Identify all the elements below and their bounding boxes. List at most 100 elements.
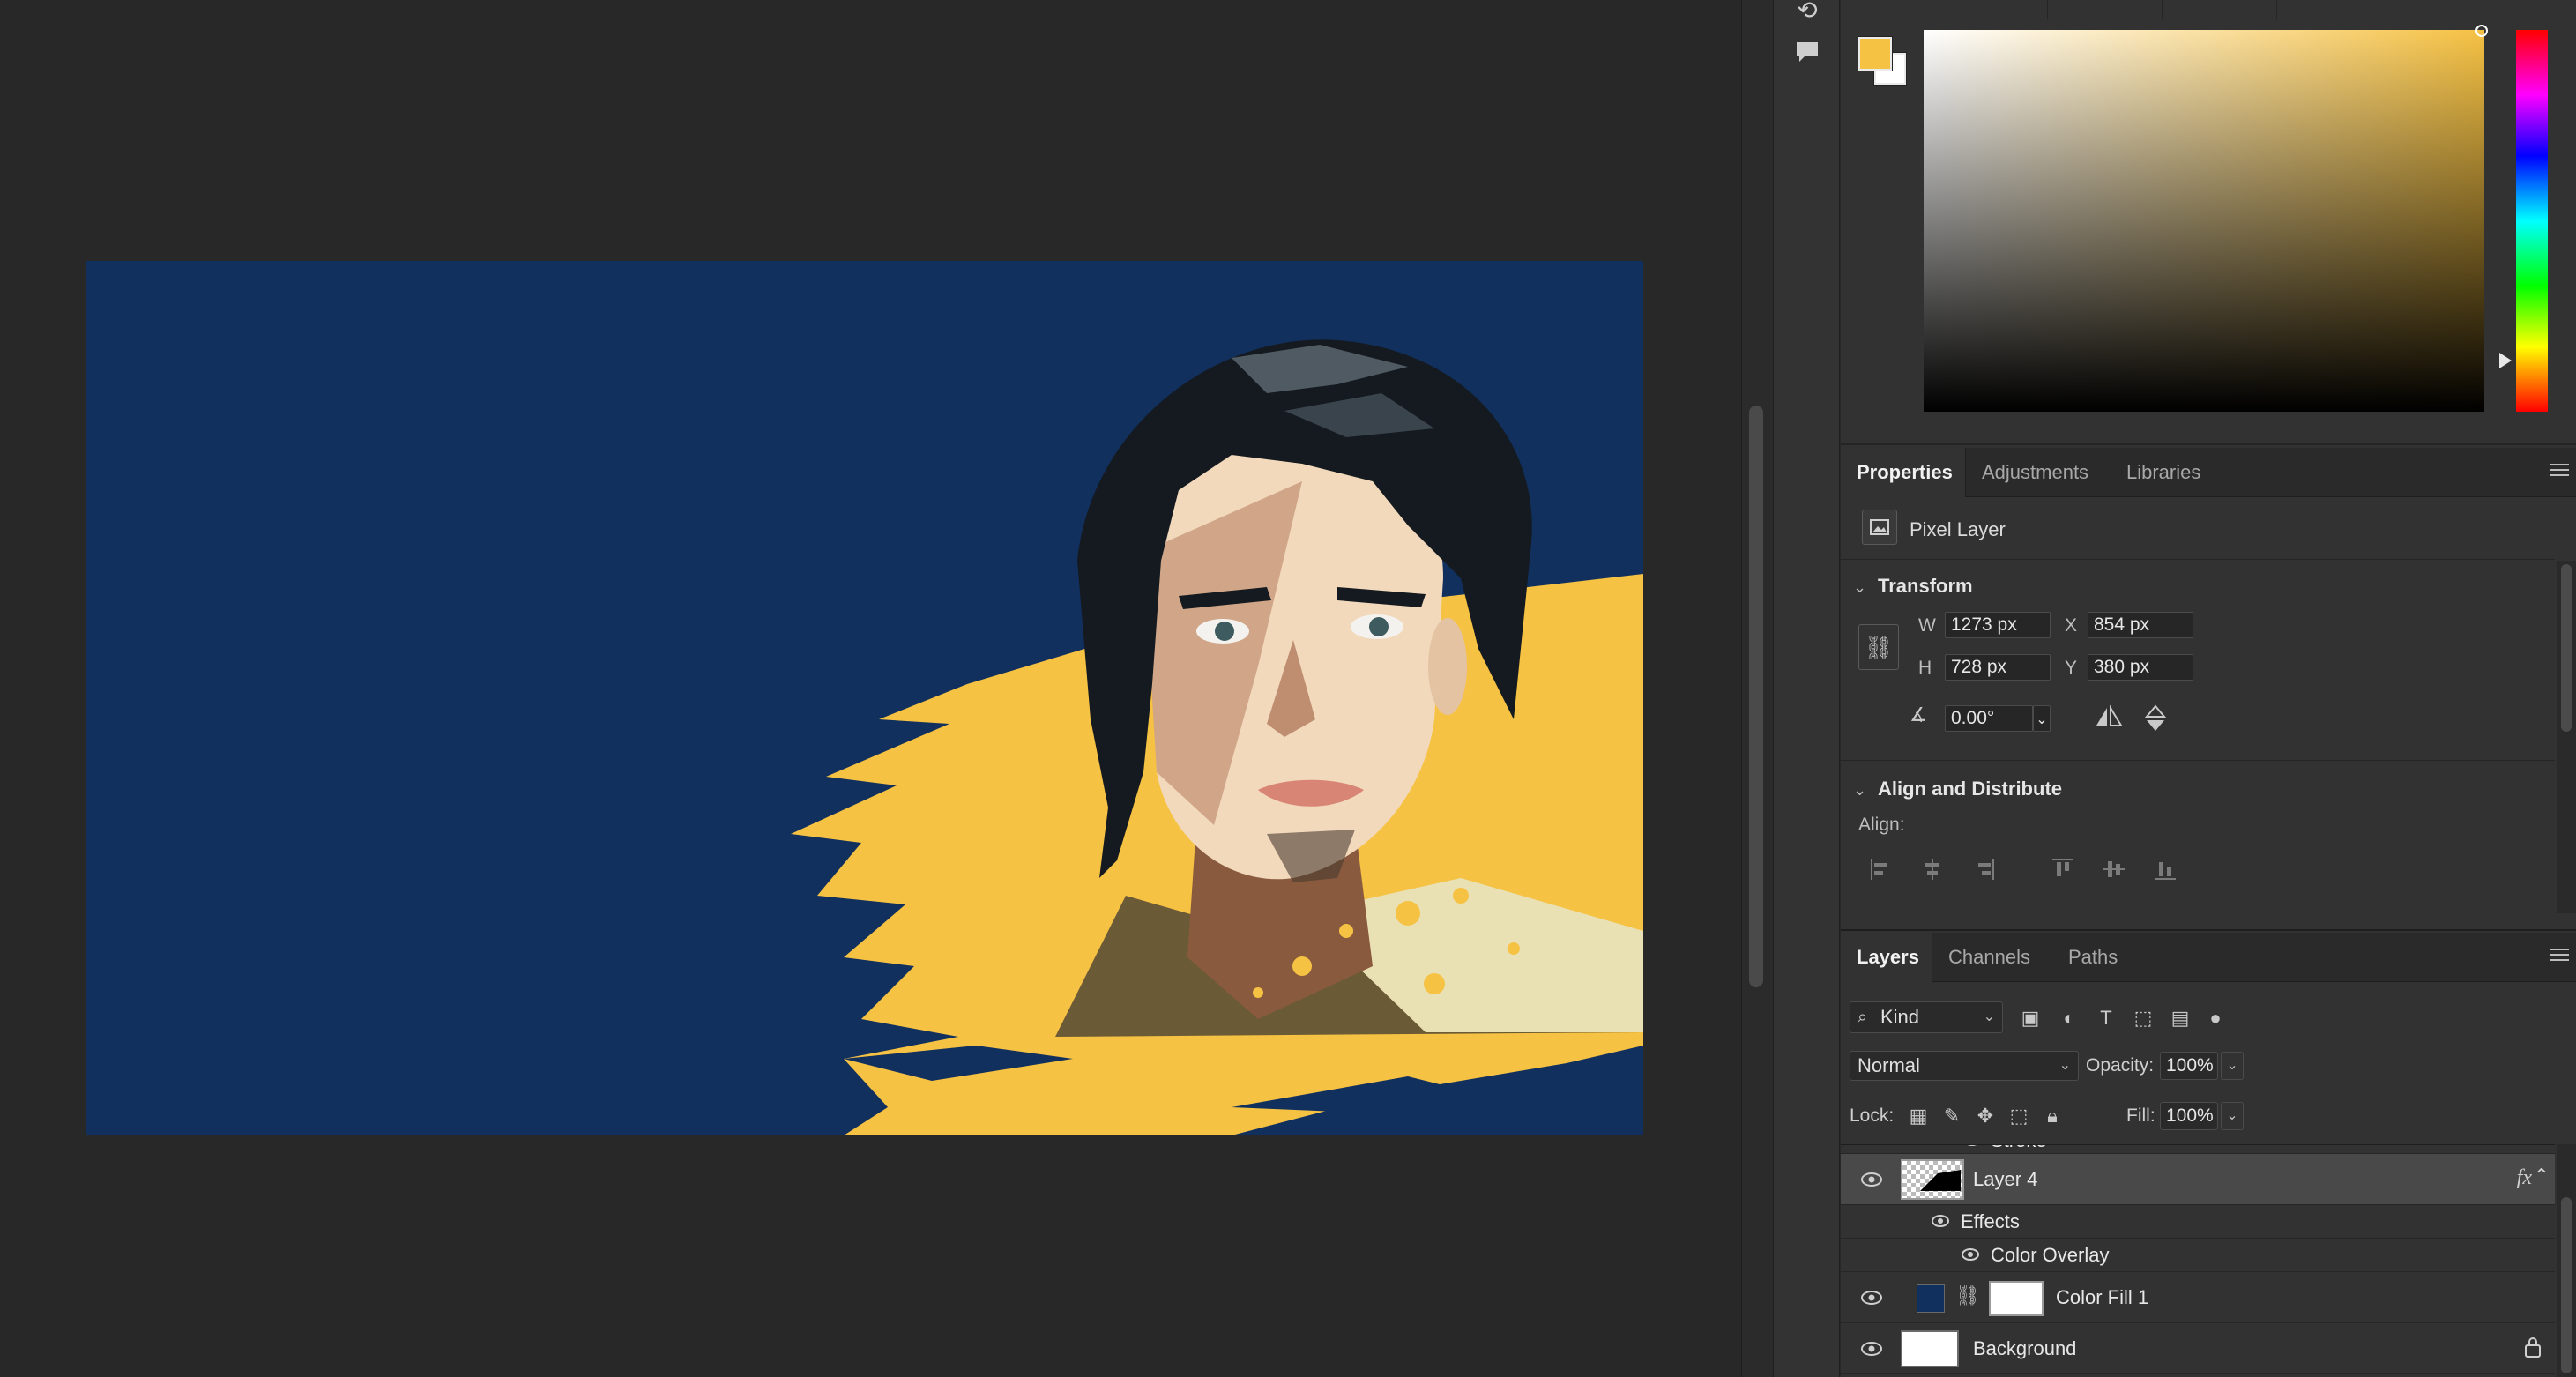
eye-icon[interactable]: [1860, 1341, 1885, 1358]
hue-slider-marker[interactable]: [2499, 353, 2512, 368]
properties-scrollbar[interactable]: [2557, 561, 2576, 913]
layer-thumbnail[interactable]: [1901, 1330, 1959, 1367]
filter-toggle-icon[interactable]: ●: [2202, 1005, 2229, 1031]
foreground-color-swatch[interactable]: [1858, 36, 1893, 71]
workspace-scroll-thumb[interactable]: [1749, 406, 1763, 987]
fill-dropdown[interactable]: ⌄: [2221, 1102, 2244, 1130]
tab-channels[interactable]: Channels: [1932, 933, 2046, 982]
align-left-edges-icon[interactable]: [1867, 855, 1895, 883]
filter-smart-object-icon[interactable]: ▤: [2167, 1005, 2193, 1031]
layer-row-effects[interactable]: Effects: [1841, 1205, 2555, 1239]
chevron-down-icon: ⌄: [1853, 781, 1867, 799]
chevron-up-icon[interactable]: ⌃: [2534, 1165, 2550, 1187]
document-canvas[interactable]: [86, 261, 1643, 1135]
align-section-header[interactable]: ⌄ Align and Distribute: [1853, 778, 2062, 800]
eye-icon[interactable]: [1961, 1247, 1985, 1265]
chevron-down-icon: ⌄: [2059, 1058, 2071, 1073]
lock-image-pixels-icon[interactable]: ✎: [1939, 1104, 1964, 1128]
lock-artboard-icon[interactable]: ⬚: [2006, 1104, 2031, 1128]
filter-type-icon[interactable]: T: [2093, 1005, 2119, 1031]
opacity-dropdown[interactable]: ⌄: [2221, 1052, 2244, 1080]
x-label: X: [2065, 615, 2078, 636]
lock-all-icon[interactable]: 🔒︎: [2040, 1104, 2065, 1128]
layer-name[interactable]: Layer 4: [1973, 1168, 2037, 1191]
lock-position-icon[interactable]: ✥: [1973, 1104, 1998, 1128]
layers-menu-icon[interactable]: [2550, 949, 2569, 964]
eye-icon[interactable]: [1962, 1145, 1987, 1150]
color-tab-2[interactable]: [2048, 0, 2163, 19]
layer-filter-select[interactable]: ⌕ Kind ⌄: [1850, 1001, 2003, 1033]
height-field[interactable]: 728 px: [1945, 654, 2051, 681]
tab-layers[interactable]: Layers: [1841, 933, 1932, 982]
layer-mask-thumbnail[interactable]: [1989, 1281, 2044, 1316]
filter-pixel-icon[interactable]: ▣: [2017, 1005, 2044, 1031]
eye-icon[interactable]: [1931, 1214, 1955, 1232]
properties-panel: Properties Adjustments Libraries Pixel L…: [1841, 448, 2576, 931]
align-vertical-centers-icon[interactable]: [2100, 855, 2128, 883]
lock-label: Lock:: [1850, 1105, 1895, 1126]
color-tab-1[interactable]: [1925, 0, 2048, 19]
properties-scroll-thumb[interactable]: [2561, 564, 2572, 732]
align-horizontal-centers-icon[interactable]: [1918, 855, 1947, 883]
properties-tabbar: Properties Adjustments Libraries: [1841, 448, 2576, 497]
layer-row-color-fill-1[interactable]: ⛓ Color Fill 1: [1841, 1272, 2555, 1323]
angle-dropdown[interactable]: ⌄: [2033, 705, 2051, 732]
height-label: H: [1918, 658, 1932, 678]
color-saturation-field[interactable]: [1924, 30, 2484, 412]
opacity-field[interactable]: 100% ⌄: [2160, 1052, 2244, 1080]
layer-thumbnail[interactable]: [1901, 1159, 1964, 1200]
comments-icon[interactable]: [1790, 39, 1825, 74]
canvas-workspace[interactable]: [0, 0, 1741, 1377]
panel-dock-strip: ⟲: [1773, 0, 1840, 1377]
blend-mode-select[interactable]: Normal ⌄: [1850, 1051, 2079, 1081]
flip-horizontal-icon[interactable]: [2093, 703, 2125, 736]
filter-adjustment-icon[interactable]: ◐: [2056, 1005, 2082, 1031]
link-icon[interactable]: ⛓: [1955, 1284, 1980, 1307]
align-label: Align:: [1858, 815, 1905, 835]
chevron-down-icon: ⌄: [1983, 1009, 1995, 1024]
workspace-scrollbar[interactable]: [1741, 0, 1773, 1377]
x-field[interactable]: 854 px: [2088, 612, 2193, 638]
eye-icon[interactable]: [1860, 1172, 1885, 1189]
flip-vertical-icon[interactable]: [2142, 703, 2169, 740]
filter-shape-icon[interactable]: ⬚: [2130, 1005, 2156, 1031]
lock-icon[interactable]: [2523, 1336, 2542, 1363]
color-picker-handle[interactable]: [2475, 25, 2488, 37]
tab-paths[interactable]: Paths: [2052, 933, 2133, 982]
layers-scroll-thumb[interactable]: [2561, 1197, 2572, 1373]
lock-transparent-pixels-icon[interactable]: ▦: [1906, 1104, 1931, 1128]
effects-label: Effects: [1961, 1210, 2020, 1232]
width-label: W: [1918, 615, 1936, 636]
layer-row-color-overlay[interactable]: Color Overlay: [1841, 1239, 2555, 1272]
fill-value: 100%: [2166, 1105, 2214, 1126]
history-icon[interactable]: ⟲: [1790, 0, 1825, 28]
link-dimensions-icon[interactable]: ⛓: [1858, 624, 1899, 670]
tab-properties[interactable]: Properties: [1841, 448, 1966, 497]
align-bottom-edges-icon[interactable]: [2151, 855, 2179, 883]
tab-libraries[interactable]: Libraries: [2111, 448, 2216, 497]
layer-name[interactable]: Color Fill 1: [2056, 1286, 2148, 1309]
properties-menu-icon[interactable]: [2550, 464, 2569, 480]
color-tab-3[interactable]: [2163, 0, 2277, 19]
angle-field[interactable]: 0.00°: [1945, 705, 2033, 732]
y-field[interactable]: 380 px: [2088, 654, 2193, 681]
layer-name[interactable]: Background: [1973, 1337, 2076, 1360]
align-top-edges-icon[interactable]: [2049, 855, 2077, 883]
fill-field[interactable]: 100% ⌄: [2160, 1102, 2244, 1130]
align-right-edges-icon[interactable]: [1969, 855, 1998, 883]
transform-title: Transform: [1878, 575, 1973, 597]
transform-section-header[interactable]: ⌄ Transform: [1853, 575, 1973, 598]
fill-color-swatch[interactable]: [1917, 1284, 1945, 1313]
layer-row-stroke[interactable]: Stroke: [1841, 1145, 2555, 1154]
layer-row-background[interactable]: Background: [1841, 1323, 2555, 1374]
tab-adjustments[interactable]: Adjustments: [1966, 448, 2104, 497]
hue-slider[interactable]: [2516, 30, 2548, 412]
fx-icon[interactable]: fx: [2517, 1166, 2532, 1190]
layers-scrollbar[interactable]: [2557, 1144, 2576, 1377]
divider: [1841, 559, 2555, 560]
opacity-label: Opacity:: [2086, 1055, 2155, 1076]
eye-icon[interactable]: [1860, 1290, 1885, 1307]
width-field[interactable]: 1273 px: [1945, 612, 2051, 638]
align-title: Align and Distribute: [1878, 778, 2062, 800]
layer-row-layer-4[interactable]: Layer 4 fx ⌃: [1841, 1154, 2555, 1205]
